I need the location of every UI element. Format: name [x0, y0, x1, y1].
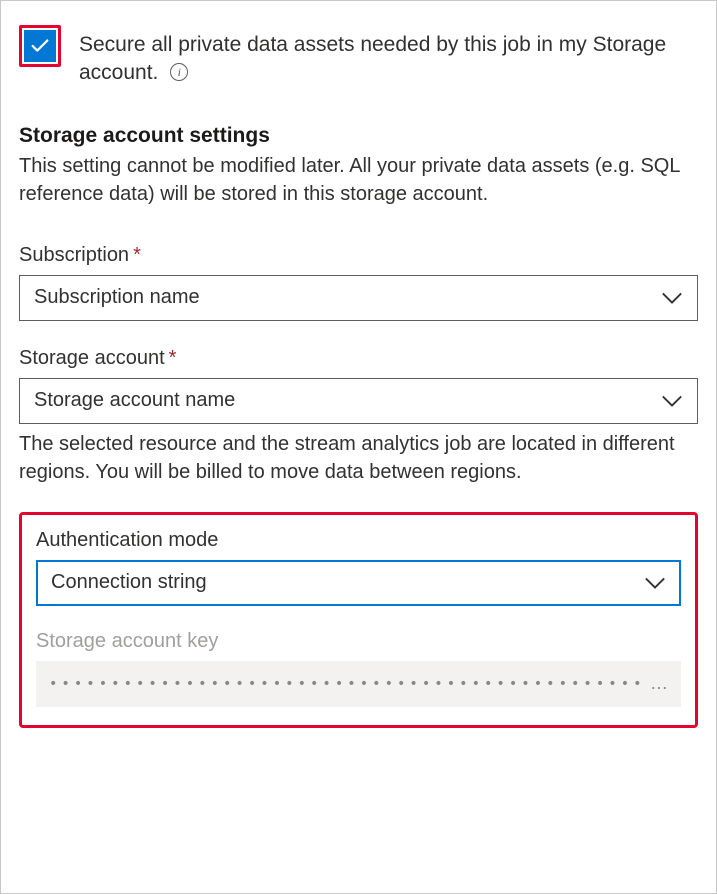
secure-assets-label: Secure all private data assets needed by…	[79, 25, 698, 88]
subscription-field: Subscription* Subscription name	[19, 244, 698, 321]
auth-mode-value: Connection string	[51, 571, 207, 594]
storage-account-label-text: Storage account	[19, 347, 165, 369]
secure-assets-row: Secure all private data assets needed by…	[19, 25, 698, 88]
checkmark-icon	[29, 35, 51, 57]
storage-settings-panel: Secure all private data assets needed by…	[0, 0, 717, 894]
storage-account-field: Storage account* Storage account name Th…	[19, 347, 698, 486]
storage-key-input: ••••••••••••••••••••••••••••••••••••••••…	[36, 661, 681, 707]
storage-account-helper: The selected resource and the stream ana…	[19, 430, 698, 486]
required-indicator: *	[169, 347, 177, 369]
section-description: This setting cannot be modified later. A…	[19, 152, 698, 208]
secure-assets-label-text: Secure all private data assets needed by…	[79, 33, 666, 84]
auth-mode-select[interactable]: Connection string	[36, 560, 681, 606]
chevron-down-icon	[661, 291, 683, 305]
checkbox-highlight	[19, 25, 61, 67]
storage-key-label: Storage account key	[36, 630, 681, 653]
subscription-label: Subscription*	[19, 244, 698, 267]
auth-mode-label: Authentication mode	[36, 529, 681, 552]
chevron-down-icon	[644, 576, 666, 590]
storage-account-label: Storage account*	[19, 347, 698, 370]
ellipsis-icon: …	[646, 673, 668, 694]
subscription-select[interactable]: Subscription name	[19, 275, 698, 321]
secure-assets-checkbox[interactable]	[24, 30, 56, 62]
required-indicator: *	[133, 244, 141, 266]
storage-account-value: Storage account name	[34, 389, 235, 412]
subscription-label-text: Subscription	[19, 244, 129, 266]
storage-key-field: Storage account key ••••••••••••••••••••…	[36, 630, 681, 707]
section-heading: Storage account settings	[19, 124, 698, 148]
info-icon[interactable]: i	[170, 63, 188, 81]
authentication-section-highlight: Authentication mode Connection string St…	[19, 512, 698, 728]
chevron-down-icon	[661, 394, 683, 408]
auth-mode-field: Authentication mode Connection string	[36, 529, 681, 606]
storage-account-select[interactable]: Storage account name	[19, 378, 698, 424]
storage-key-masked-value: ••••••••••••••••••••••••••••••••••••••••…	[49, 676, 646, 692]
subscription-value: Subscription name	[34, 286, 200, 309]
